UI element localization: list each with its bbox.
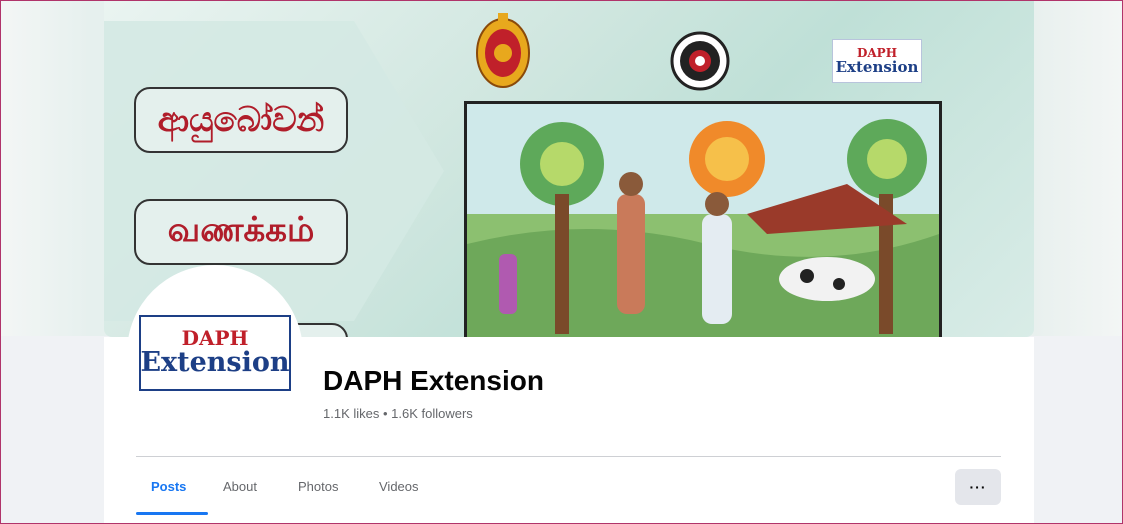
page-stats[interactable]: 1.1K likes • 1.6K followers bbox=[323, 406, 473, 421]
profile-avatar[interactable]: DAPH Extension bbox=[131, 269, 299, 437]
more-options-button[interactable]: ··· bbox=[955, 469, 1001, 505]
more-dots-icon: ··· bbox=[969, 479, 987, 495]
tab-posts[interactable]: Posts bbox=[151, 479, 186, 494]
tab-photos[interactable]: Photos bbox=[298, 479, 338, 494]
tab-videos[interactable]: Videos bbox=[379, 479, 419, 494]
cover-illustration bbox=[464, 101, 942, 337]
daph-extension-logo: DAPH Extension bbox=[139, 315, 291, 391]
greeting-tamil: வணக்கம் bbox=[134, 199, 348, 265]
active-tab-indicator bbox=[136, 512, 208, 515]
page-title[interactable]: DAPH Extension bbox=[323, 365, 544, 397]
national-emblem-icon bbox=[476, 13, 530, 88]
cover-arrow-shape bbox=[104, 21, 444, 321]
facebook-page-frame: ආයුබෝවන් வணக்கம் DAPH Extension DAPH Ext… bbox=[0, 0, 1123, 524]
tab-about[interactable]: About bbox=[223, 479, 257, 494]
daph-extension-logo-small: DAPH Extension bbox=[832, 39, 922, 83]
header-divider bbox=[136, 456, 1001, 457]
department-emblem-icon bbox=[670, 31, 730, 91]
greeting-sinhala: ආයුබෝවන් bbox=[134, 87, 348, 153]
